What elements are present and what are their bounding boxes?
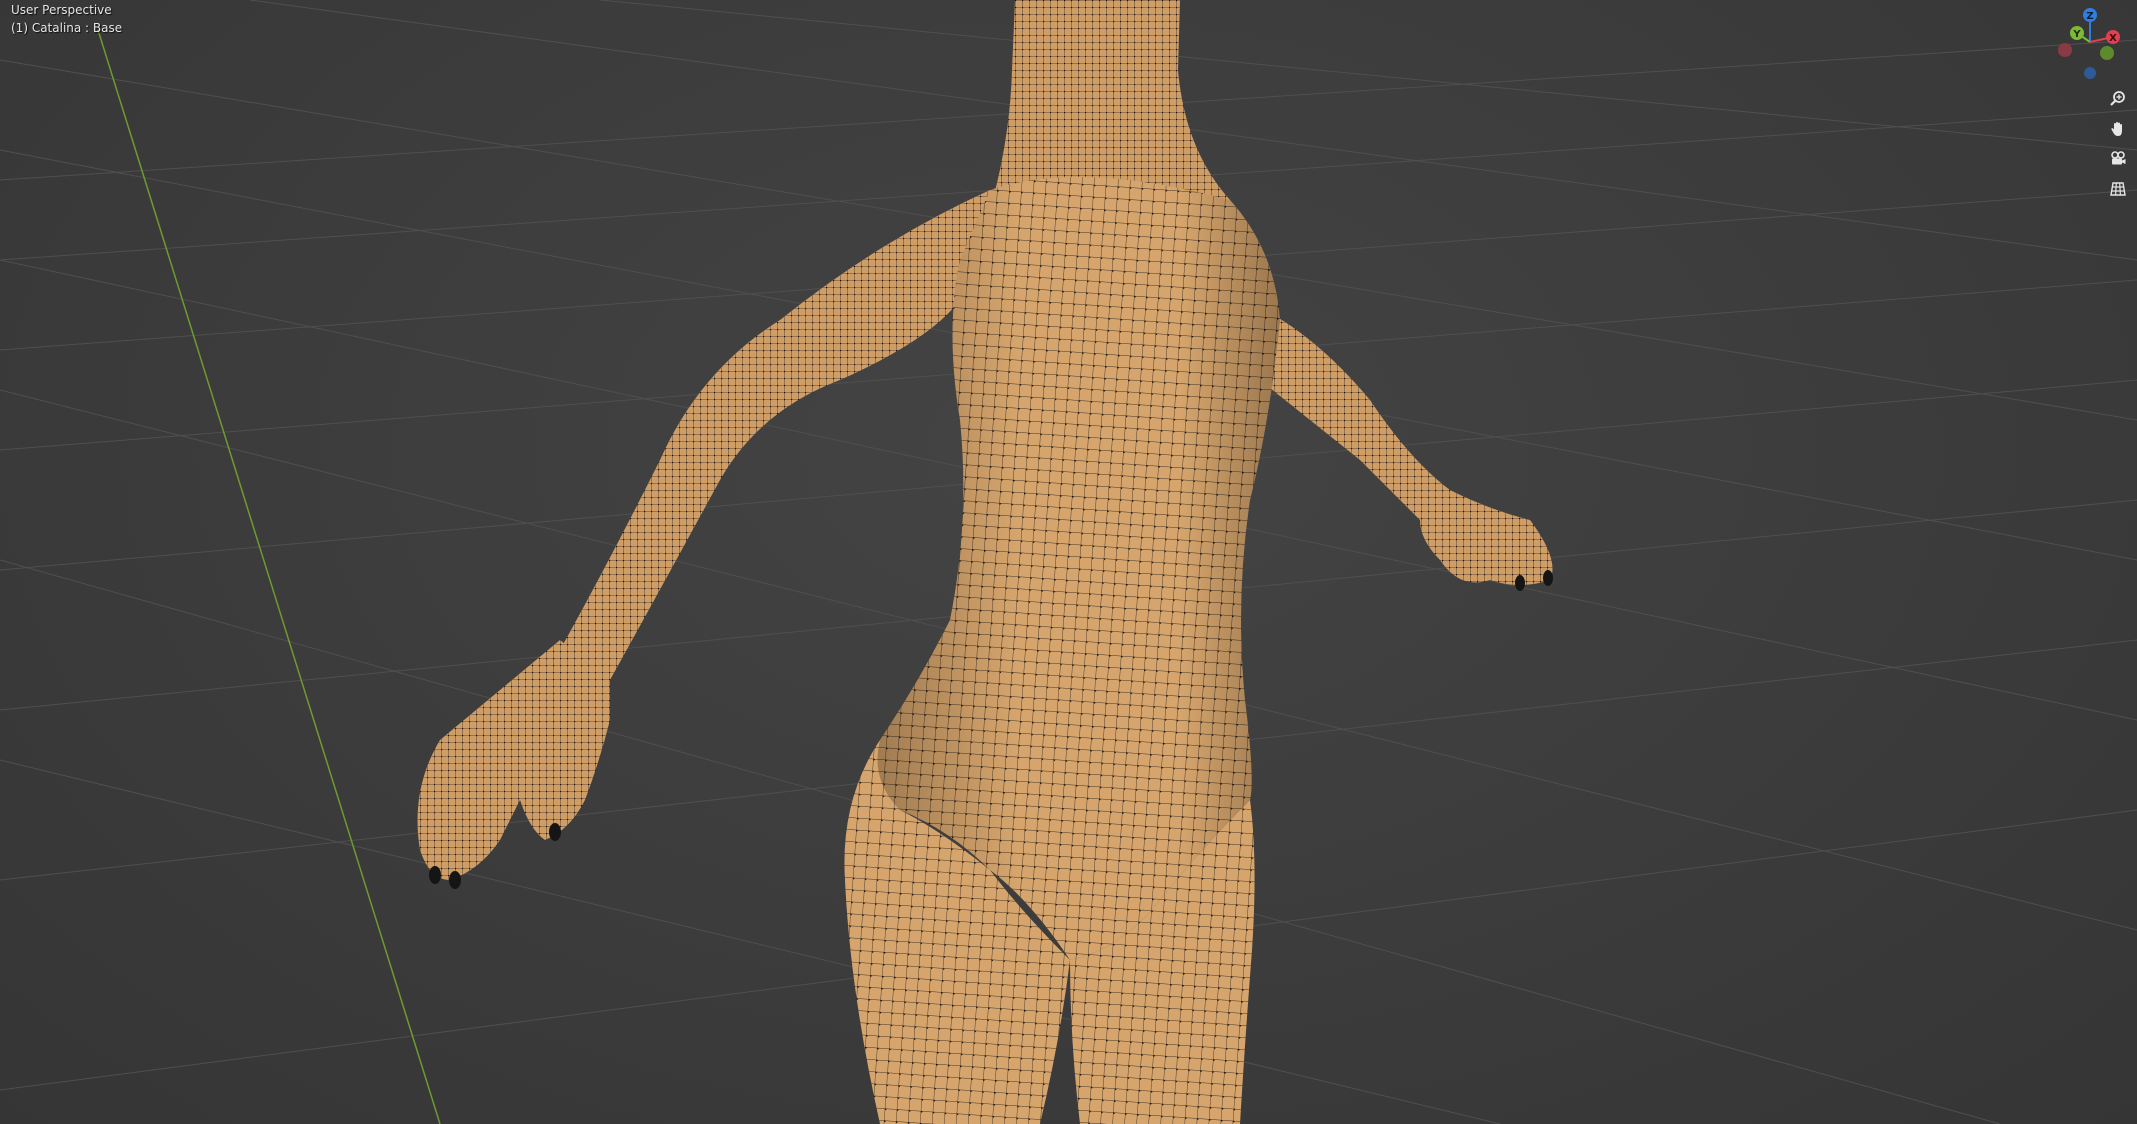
scene-canvas[interactable] bbox=[0, 0, 2137, 1124]
perspective-toggle-button[interactable] bbox=[2104, 176, 2132, 202]
zoom-button[interactable] bbox=[2104, 86, 2132, 112]
object-info-label: (1) Catalina : Base bbox=[11, 21, 123, 35]
gizmo-y-label: Y bbox=[2072, 29, 2081, 40]
view-name-label: User Perspective bbox=[11, 3, 112, 17]
camera-view-button[interactable] bbox=[2104, 146, 2132, 172]
zoom-icon bbox=[2110, 91, 2125, 106]
3d-viewport[interactable]: User Perspective (1) Catalina : Base Z Y… bbox=[0, 0, 2137, 1124]
gizmo-neg-x[interactable] bbox=[2058, 43, 2072, 57]
hand-icon bbox=[2111, 122, 2122, 136]
gizmo-z-label: Z bbox=[2086, 11, 2093, 22]
grid-icon bbox=[2110, 182, 2126, 196]
y-axis-line bbox=[97, 29, 441, 1124]
navigation-gizmo[interactable]: Z Y X bbox=[2045, 5, 2135, 85]
gizmo-neg-z[interactable] bbox=[2084, 67, 2096, 79]
camera-icon bbox=[2111, 151, 2126, 165]
gizmo-x-label: X bbox=[2109, 33, 2117, 44]
pan-button[interactable] bbox=[2104, 116, 2132, 142]
character-mesh bbox=[417, 0, 1553, 1124]
gizmo-neg-y[interactable] bbox=[2100, 46, 2114, 60]
